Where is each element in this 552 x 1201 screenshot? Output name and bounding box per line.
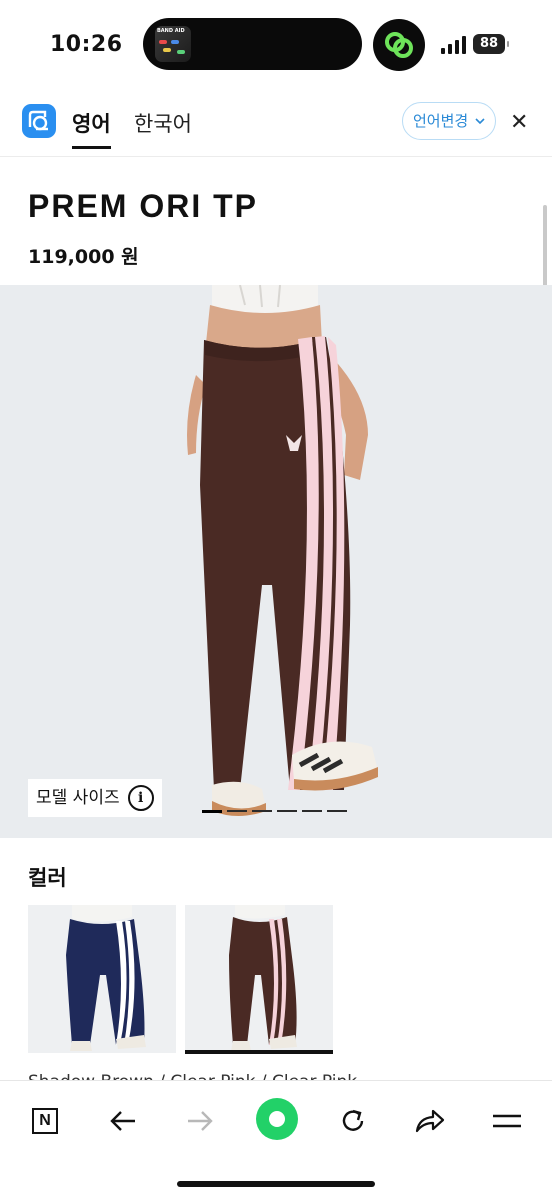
carousel-dot[interactable]	[202, 810, 222, 813]
home-icon	[256, 1098, 298, 1140]
tab-english[interactable]: 영어	[72, 108, 111, 149]
carousel-dot[interactable]	[227, 810, 247, 812]
share-button[interactable]	[410, 1101, 450, 1141]
translator-app-icon	[22, 104, 56, 138]
thumbnail-text: BAND AID	[157, 28, 185, 34]
navy-pants-thumbnail	[66, 905, 146, 1051]
color-swatch-navy[interactable]	[28, 905, 176, 1053]
home-indicator[interactable]	[177, 1181, 375, 1187]
selected-swatch-indicator	[185, 1050, 333, 1054]
back-icon	[110, 1111, 135, 1131]
product-title: PREM ORI TP	[28, 188, 259, 224]
carousel-dot[interactable]	[302, 810, 322, 812]
color-heading: 컬러	[28, 866, 67, 890]
live-activity-icon[interactable]	[373, 19, 425, 71]
translate-bar: 영어 한국어 언어변경 ✕	[0, 92, 552, 157]
brown-pants-thumbnail	[229, 905, 297, 1051]
carousel-dot[interactable]	[252, 810, 272, 812]
forward-icon	[188, 1111, 213, 1131]
carousel-indicator	[202, 810, 347, 813]
carousel-dot[interactable]	[277, 810, 297, 812]
refresh-button[interactable]	[333, 1101, 373, 1141]
menu-button[interactable]	[487, 1101, 527, 1141]
forward-button[interactable]	[180, 1101, 220, 1141]
product-image[interactable]	[0, 285, 552, 838]
info-icon: i	[127, 785, 154, 811]
dynamic-island[interactable]: BAND AID	[143, 18, 362, 70]
n-icon: N	[32, 1108, 58, 1134]
model-size-label: 모델 사이즈	[36, 788, 120, 808]
tab-korean[interactable]: 한국어	[134, 108, 192, 138]
product-price: 119,000 원	[28, 246, 139, 268]
home-button[interactable]	[255, 1097, 299, 1141]
back-button[interactable]	[103, 1101, 143, 1141]
status-time: 10:26	[50, 32, 123, 57]
share-icon	[415, 1109, 445, 1133]
status-bar: 10:26 BAND AID 88	[0, 0, 552, 92]
menu-icon	[493, 1114, 521, 1128]
change-language-label: 언어변경	[413, 112, 469, 130]
chevron-down-icon	[475, 118, 485, 125]
change-language-button[interactable]: 언어변경	[402, 102, 496, 140]
naver-button[interactable]: N	[25, 1101, 65, 1141]
color-swatch-brown[interactable]	[185, 905, 333, 1053]
link-rings-icon	[385, 32, 413, 58]
close-icon[interactable]: ✕	[510, 110, 528, 135]
carousel-dot[interactable]	[327, 810, 347, 812]
model-size-button[interactable]: 모델 사이즈 i	[28, 779, 162, 817]
refresh-icon	[342, 1109, 364, 1131]
now-playing-thumbnail: BAND AID	[155, 26, 191, 62]
model-pants-illustration	[187, 285, 378, 816]
battery-icon: 88	[473, 34, 509, 54]
signal-icon	[441, 36, 466, 54]
